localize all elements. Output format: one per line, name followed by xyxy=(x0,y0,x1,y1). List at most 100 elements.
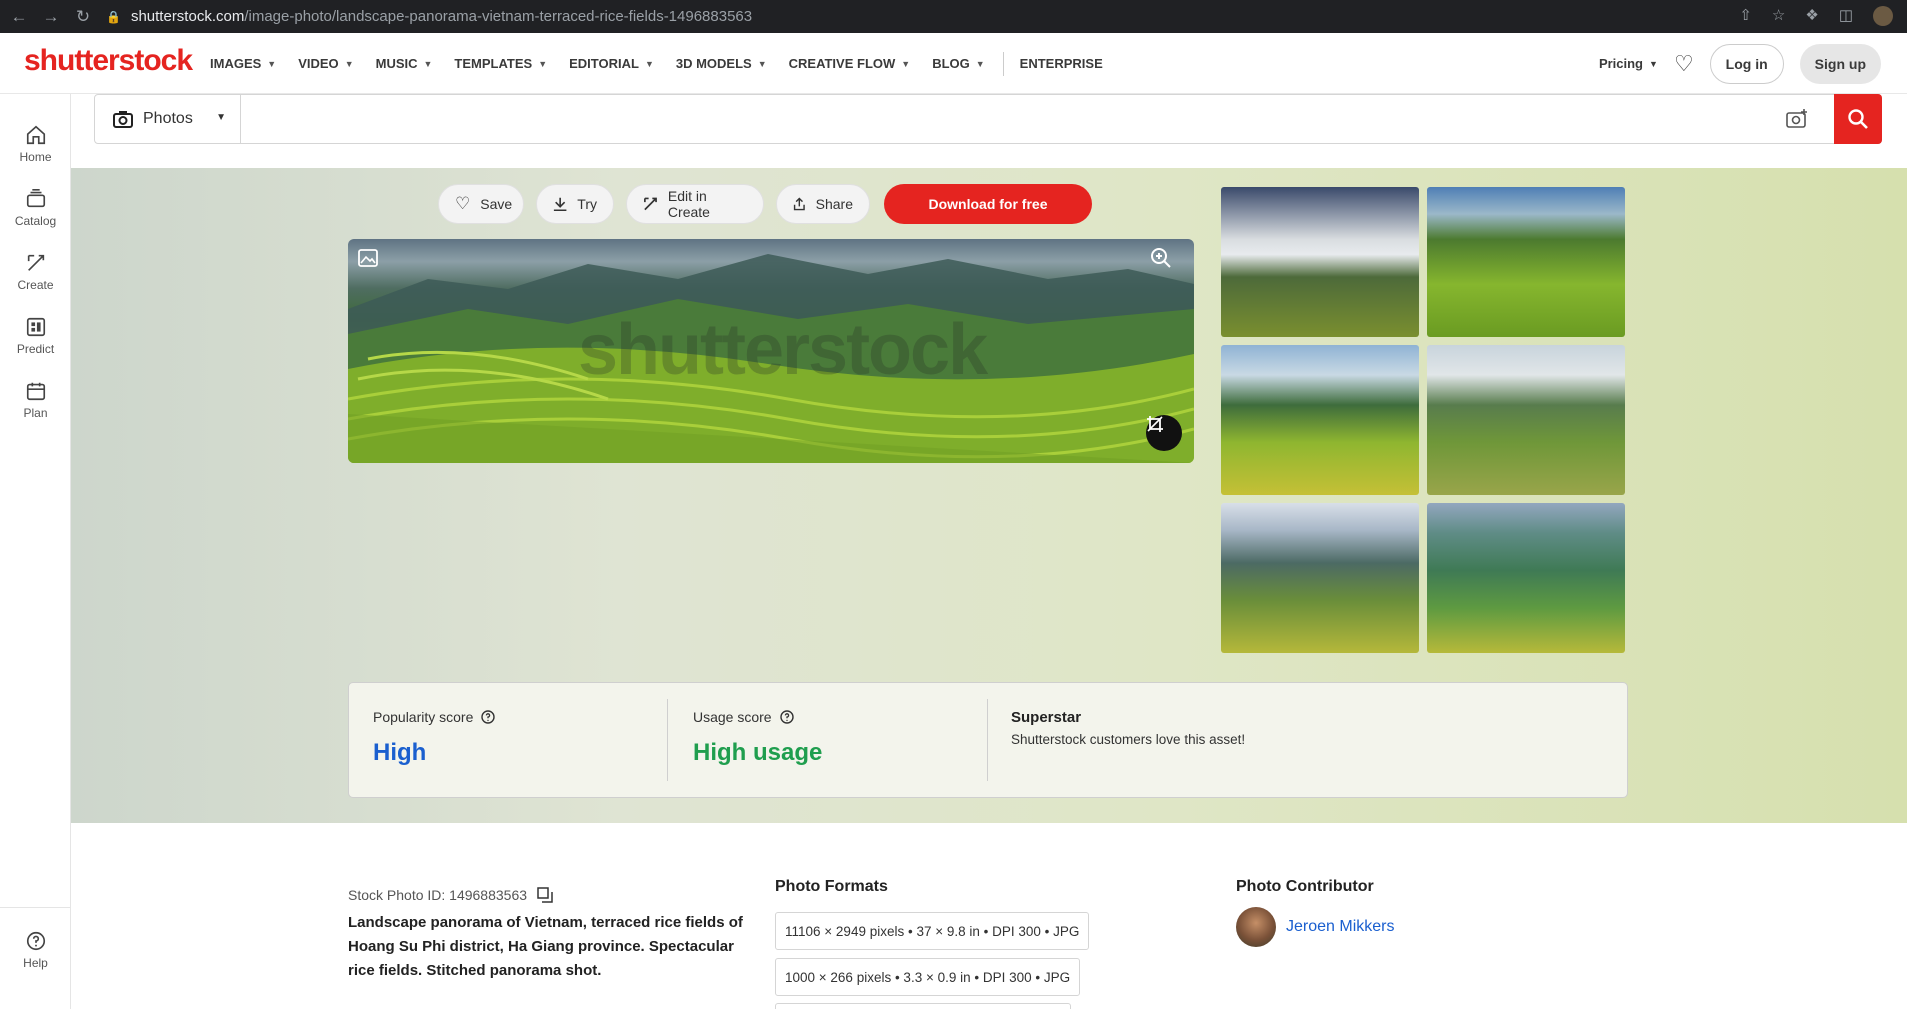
edit-icon xyxy=(644,197,657,211)
main-preview-image[interactable]: shutterstock xyxy=(348,239,1194,463)
search-button[interactable] xyxy=(1834,94,1882,144)
nav-creative-flow[interactable]: CREATIVE FLOW ▼ xyxy=(789,56,911,71)
contributor-title: Photo Contributor xyxy=(1236,878,1374,895)
share-button[interactable]: Share xyxy=(776,184,870,224)
edit-in-create-button[interactable]: Edit in Create xyxy=(626,184,764,224)
pricing-label: Pricing xyxy=(1598,56,1644,71)
search-icon xyxy=(1848,109,1868,129)
format-option[interactable] xyxy=(775,1003,1071,1009)
format-option[interactable]: 11106 × 2949 pixels • 37 × 9.8 in • DPI … xyxy=(775,912,1090,950)
search-type-label: Photos xyxy=(143,110,193,127)
try-button[interactable]: Try xyxy=(536,184,614,224)
sidebar-item-create[interactable]: Create xyxy=(0,252,71,292)
caret-down-icon: ▼ xyxy=(216,112,226,123)
sidebar-item-catalog[interactable]: Catalog xyxy=(0,188,71,228)
plan-icon xyxy=(26,382,45,401)
bookmark-star-icon[interactable]: ☆ xyxy=(1772,6,1785,26)
reload-icon[interactable]: ↻ xyxy=(70,4,96,30)
pricing-menu[interactable]: Pricing ▼ xyxy=(1599,56,1658,71)
main-menu: IMAGES ▼ VIDEO ▼ MUSIC ▼ TEMPLATES ▼ EDITORI… xyxy=(210,33,1125,94)
sidebar-item-label: Predict xyxy=(16,342,55,356)
nav-label: IMAGES xyxy=(210,56,262,71)
info-icon[interactable] xyxy=(481,710,496,724)
sidebar-item-help[interactable]: Help xyxy=(0,907,71,1009)
edit-label: Edit in Create xyxy=(667,188,710,220)
sidebar-item-plan[interactable]: Plan xyxy=(0,380,71,420)
left-sidebar: Home Catalog Create Predict Plan Help xyxy=(0,94,71,1009)
nav-music[interactable]: MUSIC ▼ xyxy=(376,56,433,71)
image-search-icon[interactable] xyxy=(1785,107,1809,131)
nav-blog[interactable]: BLOG ▼ xyxy=(932,56,984,71)
nav-images[interactable]: IMAGES ▼ xyxy=(210,56,276,71)
info-icon[interactable] xyxy=(779,710,794,724)
sidepanel-icon[interactable]: ◫ xyxy=(1839,6,1853,26)
usage-value: High usage xyxy=(693,739,823,766)
contributor-name[interactable]: Jeroen Mikkers xyxy=(1286,918,1394,936)
sidebar-item-label: Create xyxy=(17,278,54,292)
superstar-title: Superstar xyxy=(1011,709,1082,726)
usage-label: Usage score xyxy=(693,709,772,725)
contributor-avatar[interactable] xyxy=(1236,907,1276,947)
forward-icon[interactable]: → xyxy=(38,4,64,30)
nav-label: 3D MODELS xyxy=(675,56,752,71)
search-type-select[interactable]: Photos ▼ xyxy=(95,95,241,143)
score-divider xyxy=(987,699,988,781)
copy-icon[interactable] xyxy=(537,887,553,903)
back-icon[interactable]: ← xyxy=(6,4,32,30)
related-image-1[interactable] xyxy=(1221,187,1419,337)
related-image-4[interactable] xyxy=(1427,345,1625,495)
share-label: Share xyxy=(815,196,853,212)
login-button[interactable]: Log in xyxy=(1709,43,1784,84)
favorites-heart-icon[interactable]: ♡ xyxy=(1674,51,1694,77)
nav-video[interactable]: VIDEO ▼ xyxy=(298,56,353,71)
create-icon xyxy=(27,254,44,271)
sidebar-item-label: Help xyxy=(23,956,48,970)
stock-id-text: Stock Photo ID: 1496883563 xyxy=(348,887,528,903)
sidebar-item-predict[interactable]: Predict xyxy=(0,316,71,356)
nav-enterprise[interactable]: ENTERPRISE xyxy=(1020,56,1103,71)
chevron-down-icon: ▼ xyxy=(344,58,354,69)
download-for-free-button[interactable]: Download for free xyxy=(884,184,1092,224)
contributor[interactable]: Jeroen Mikkers xyxy=(1236,907,1394,947)
asset-actions: ♡ Save Try Edit in Create Share Download… xyxy=(438,184,1092,224)
zoom-in-icon[interactable] xyxy=(1150,247,1186,283)
nav-label: VIDEO xyxy=(298,56,339,71)
chevron-down-icon: ▼ xyxy=(975,58,985,69)
help-icon xyxy=(26,931,45,951)
nav-label: CREATIVE FLOW xyxy=(788,56,896,71)
sidebar-item-label: Catalog xyxy=(14,214,57,228)
usage-label-row: Usage score xyxy=(693,709,822,725)
sidebar-item-home[interactable]: Home xyxy=(0,124,71,164)
profile-avatar[interactable] xyxy=(1873,6,1893,26)
score-divider xyxy=(667,699,668,781)
lock-icon: 🔒 xyxy=(106,9,121,24)
heart-icon: ♡ xyxy=(455,194,471,213)
nav-editorial[interactable]: EDITORIAL ▼ xyxy=(569,56,654,71)
chevron-down-icon: ▼ xyxy=(644,58,654,69)
related-image-3[interactable] xyxy=(1221,345,1419,495)
image-type-icon xyxy=(358,249,394,285)
format-option[interactable]: 1000 × 266 pixels • 3.3 × 0.9 in • DPI 3… xyxy=(775,958,1081,996)
share-page-icon[interactable]: ⇧ xyxy=(1739,6,1752,26)
asset-description: Landscape panorama of Vietnam, terraced … xyxy=(348,914,743,979)
extensions-icon[interactable]: ❖ xyxy=(1805,6,1818,26)
signup-button[interactable]: Sign up xyxy=(1799,43,1881,84)
nav-3d-models[interactable]: 3D MODELS ▼ xyxy=(676,56,767,71)
related-image-2[interactable] xyxy=(1427,187,1625,337)
search-input[interactable] xyxy=(242,95,1742,143)
related-image-5[interactable] xyxy=(1221,503,1419,653)
camera-icon xyxy=(113,111,133,128)
top-navigation: shutterstock IMAGES ▼ VIDEO ▼ MUSIC ▼ TEMPL… xyxy=(0,33,1907,94)
address-bar[interactable]: 🔒 shutterstock.com/image-photo/landscape… xyxy=(106,4,1886,29)
crop-icon[interactable] xyxy=(1146,415,1182,451)
watermark: shutterstock xyxy=(578,310,988,390)
shutterstock-logo[interactable]: shutterstock xyxy=(24,44,193,78)
save-button[interactable]: ♡ Save xyxy=(438,184,524,224)
download-icon xyxy=(553,197,567,212)
related-image-6[interactable] xyxy=(1427,503,1625,653)
chevron-down-icon: ▼ xyxy=(538,58,548,69)
nav-templates[interactable]: TEMPLATES ▼ xyxy=(454,56,547,71)
nav-label: EDITORIAL xyxy=(569,56,639,71)
search-bar: Photos ▼ xyxy=(94,94,1882,144)
score-card: Popularity score High Usage score High u… xyxy=(348,682,1628,798)
